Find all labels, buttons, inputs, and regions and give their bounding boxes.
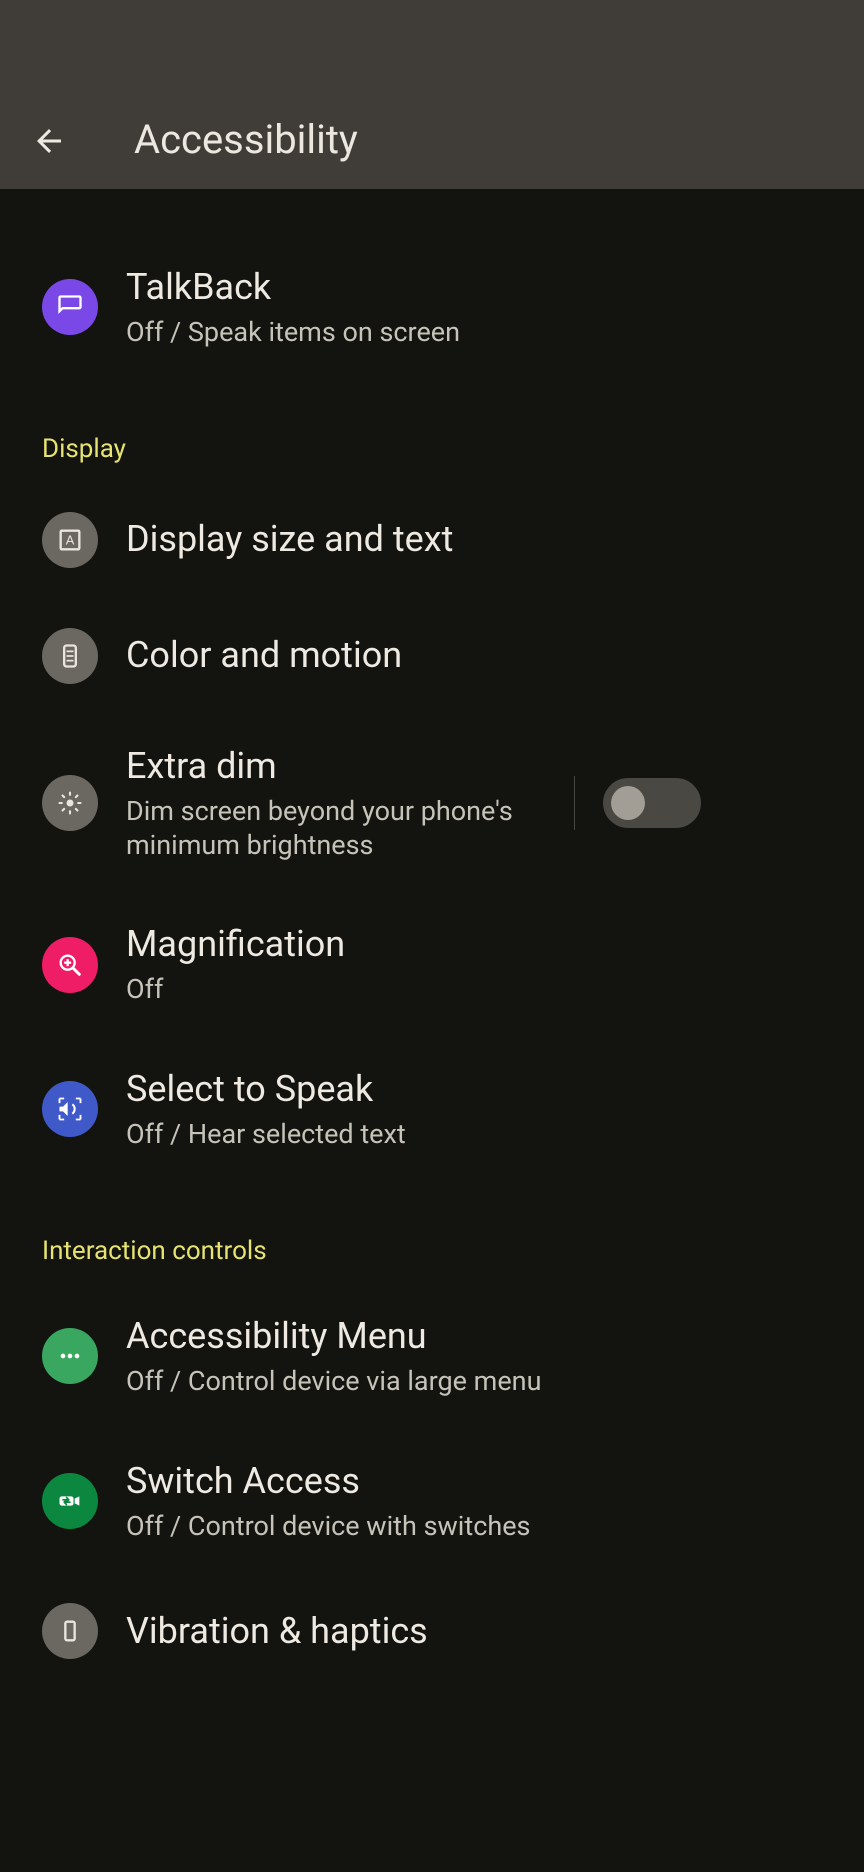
setting-title: Color and motion	[126, 633, 822, 678]
color-motion-icon	[42, 628, 98, 684]
section-interaction-controls: Interaction controls	[0, 1182, 864, 1284]
magnification-icon	[42, 937, 98, 993]
setting-subtitle: Dim screen beyond your phone's minimum b…	[126, 795, 556, 863]
setting-display-size-text[interactable]: A Display size and text	[0, 482, 864, 598]
setting-title: Select to Speak	[126, 1067, 822, 1112]
setting-accessibility-menu[interactable]: Accessibility Menu Off / Control device …	[0, 1284, 864, 1429]
text-block: Select to Speak Off / Hear selected text	[126, 1067, 822, 1152]
setting-subtitle: Off / Control device via large menu	[126, 1365, 822, 1399]
switch-access-icon	[42, 1473, 98, 1529]
setting-select-to-speak[interactable]: Select to Speak Off / Hear selected text	[0, 1037, 864, 1182]
back-button[interactable]	[0, 123, 98, 163]
talkback-icon	[42, 279, 98, 335]
extra-dim-toggle[interactable]	[603, 778, 701, 828]
arrow-left-icon	[31, 123, 67, 159]
setting-subtitle: Off / Speak items on screen	[126, 316, 822, 350]
setting-vibration-haptics[interactable]: Vibration & haptics	[0, 1573, 864, 1689]
setting-title: Accessibility Menu	[126, 1314, 822, 1359]
section-display: Display	[0, 380, 864, 482]
setting-title: Extra dim	[126, 744, 556, 789]
text-block: Display size and text	[126, 517, 822, 562]
page-title: Accessibility	[134, 116, 358, 163]
text-block: Accessibility Menu Off / Control device …	[126, 1314, 822, 1399]
text-block: Switch Access Off / Control device with …	[126, 1459, 822, 1544]
extra-dim-icon	[42, 775, 98, 831]
setting-subtitle: Off / Control device with switches	[126, 1510, 822, 1544]
text-block: Color and motion	[126, 633, 822, 678]
select-to-speak-icon	[42, 1081, 98, 1137]
setting-title: Display size and text	[126, 517, 822, 562]
setting-color-motion[interactable]: Color and motion	[0, 598, 864, 714]
setting-title: TalkBack	[126, 265, 822, 310]
setting-switch-access[interactable]: Switch Access Off / Control device with …	[0, 1429, 864, 1574]
text-block: Vibration & haptics	[126, 1609, 822, 1654]
svg-text:A: A	[66, 532, 75, 547]
vibration-icon	[42, 1603, 98, 1659]
setting-subtitle: Off / Hear selected text	[126, 1118, 822, 1152]
setting-title: Switch Access	[126, 1459, 822, 1504]
settings-list: TalkBack Off / Speak items on screen Dis…	[0, 189, 864, 1689]
setting-title: Magnification	[126, 922, 822, 967]
app-bar: Accessibility	[0, 0, 864, 189]
toggle-container	[574, 776, 701, 830]
setting-magnification[interactable]: Magnification Off	[0, 892, 864, 1037]
accessibility-menu-icon	[42, 1328, 98, 1384]
text-block: TalkBack Off / Speak items on screen	[126, 265, 822, 350]
text-block: Extra dim Dim screen beyond your phone's…	[126, 744, 556, 863]
setting-title: Vibration & haptics	[126, 1609, 822, 1654]
setting-extra-dim[interactable]: Extra dim Dim screen beyond your phone's…	[0, 714, 864, 893]
setting-subtitle: Off	[126, 973, 822, 1007]
toggle-knob	[611, 786, 645, 820]
setting-talkback[interactable]: TalkBack Off / Speak items on screen	[0, 235, 864, 380]
text-block: Magnification Off	[126, 922, 822, 1007]
display-size-icon: A	[42, 512, 98, 568]
